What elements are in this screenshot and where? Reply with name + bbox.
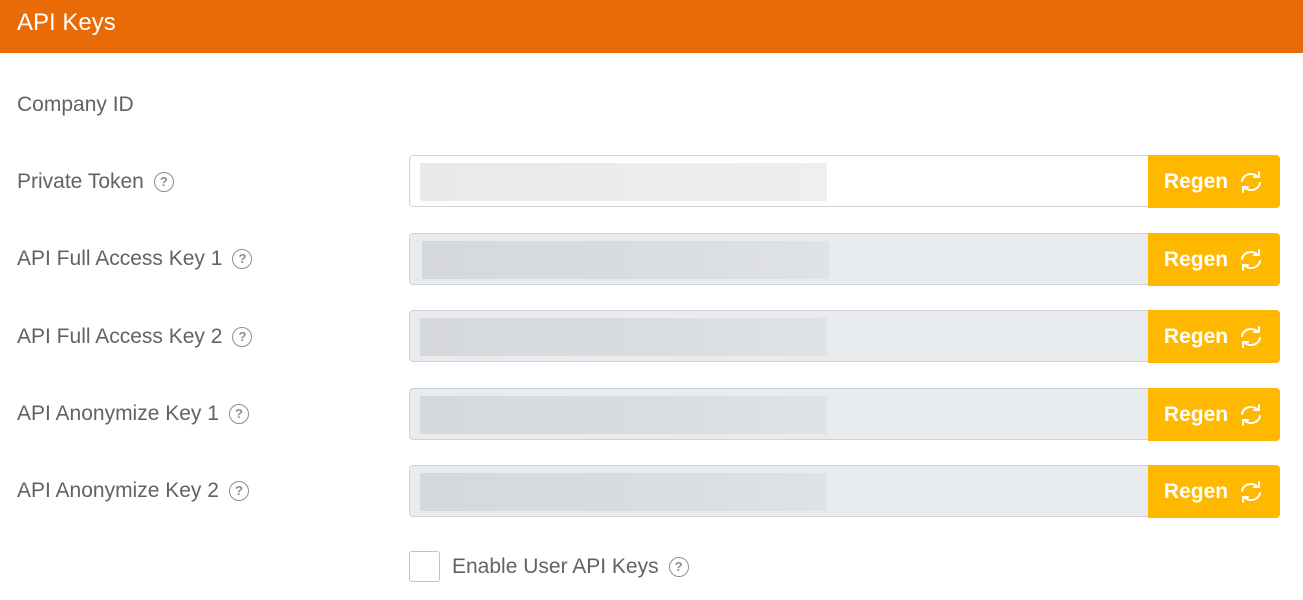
redacted-value: [420, 473, 827, 511]
private-token-label: Private Token: [17, 170, 144, 193]
enable-user-api-keys-row: Enable User API Keys ?: [409, 551, 689, 582]
api-anonymize-key-1-label-row: API Anonymize Key 1 ?: [17, 402, 249, 426]
api-anonymize-key-2-label: API Anonymize Key 2: [17, 479, 219, 502]
api-full-access-key-1-label-row: API Full Access Key 1 ?: [17, 247, 253, 271]
redacted-value: [420, 163, 827, 201]
help-icon[interactable]: ?: [232, 327, 253, 347]
help-icon[interactable]: ?: [228, 404, 249, 424]
refresh-icon: [1238, 403, 1264, 427]
api-full-access-key-2-label: API Full Access Key 2: [17, 325, 223, 348]
regen-full-access-key-1-button[interactable]: Regen: [1148, 233, 1280, 286]
regen-label: Regen: [1163, 247, 1229, 271]
regen-private-token-button[interactable]: Regen: [1148, 155, 1280, 208]
api-anonymize-key-2-label-row: API Anonymize Key 2 ?: [17, 479, 249, 503]
regen-label: Regen: [1163, 402, 1229, 426]
page-title: API Keys: [17, 9, 116, 36]
private-token-label-row: Private Token ?: [17, 170, 174, 194]
api-anonymize-key-2-field: [409, 465, 1148, 517]
regen-label: Regen: [1163, 479, 1229, 503]
api-anonymize-key-1-label: API Anonymize Key 1: [17, 402, 219, 425]
help-icon[interactable]: ?: [232, 249, 253, 269]
refresh-icon: [1238, 325, 1264, 349]
regen-label: Regen: [1163, 324, 1229, 348]
redacted-value: [420, 318, 827, 356]
api-full-access-key-1-label: API Full Access Key 1: [17, 247, 223, 270]
regen-label: Regen: [1163, 169, 1229, 193]
help-icon[interactable]: ?: [153, 172, 174, 192]
api-full-access-key-2-label-row: API Full Access Key 2 ?: [17, 325, 253, 349]
regen-anonymize-key-2-button[interactable]: Regen: [1148, 465, 1280, 518]
api-full-access-key-2-field: [409, 310, 1148, 362]
refresh-icon: [1238, 248, 1264, 272]
redacted-value: [420, 396, 827, 434]
regen-full-access-key-2-button[interactable]: Regen: [1148, 310, 1280, 363]
regen-anonymize-key-1-button[interactable]: Regen: [1148, 388, 1280, 441]
api-anonymize-key-1-field: [409, 388, 1148, 440]
help-icon[interactable]: ?: [668, 556, 689, 577]
private-token-field[interactable]: [409, 155, 1148, 207]
refresh-icon: [1238, 480, 1264, 504]
api-full-access-key-1-field: [409, 233, 1148, 285]
enable-user-api-keys-checkbox[interactable]: [409, 551, 440, 582]
redacted-value: [422, 241, 829, 279]
refresh-icon: [1238, 170, 1264, 194]
help-icon[interactable]: ?: [228, 481, 249, 501]
page-header: API Keys: [0, 0, 1303, 53]
company-id-label: Company ID: [17, 93, 134, 116]
enable-user-api-keys-label[interactable]: Enable User API Keys: [452, 555, 659, 579]
